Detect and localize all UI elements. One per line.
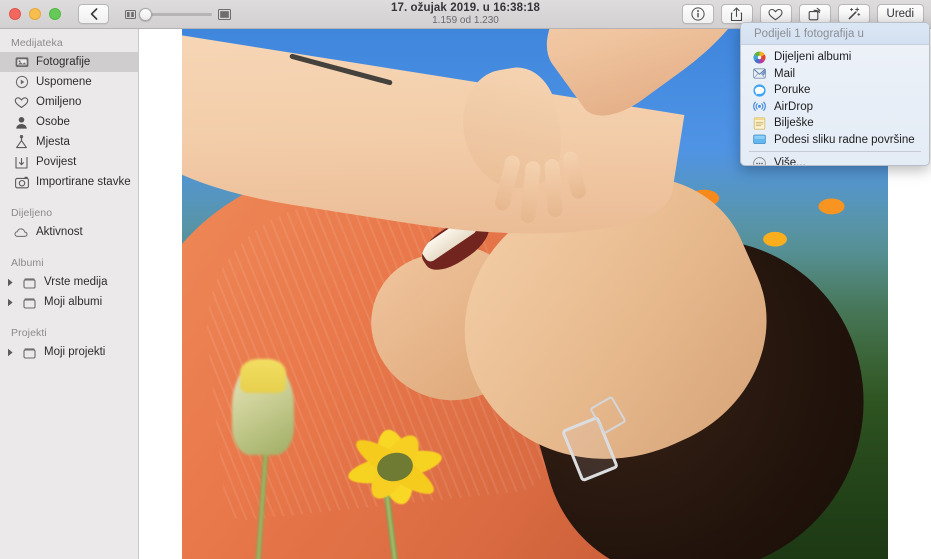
- edit-button[interactable]: Uredi: [877, 4, 924, 24]
- photos-app-window: 17. ožujak 2019. u 16:38:18 1.159 od 1.2…: [0, 0, 931, 559]
- ellipsis-circle-icon: [752, 156, 767, 166]
- sidebar-item-importirane-stavke[interactable]: Importirane stavke: [0, 172, 138, 192]
- sidebar-item-vrste-medija[interactable]: Vrste medija: [0, 272, 138, 292]
- sidebar-item-label: Omiljeno: [36, 96, 81, 108]
- sidebar-item-omiljeno[interactable]: Omiljeno: [0, 92, 138, 112]
- zoom-slider-knob[interactable]: [139, 8, 152, 21]
- zoom-slider-track[interactable]: [142, 13, 212, 16]
- shared-albums-icon: [752, 50, 767, 65]
- memories-icon: [14, 75, 29, 90]
- share-item-label: Poruke: [774, 84, 810, 96]
- disclosure-triangle-icon[interactable]: [7, 298, 16, 307]
- sidebar: Medijateka Fotografije Uspomene: [0, 29, 139, 559]
- sidebar-item-label: Vrste medija: [44, 276, 108, 288]
- magic-wand-icon: [846, 7, 861, 21]
- thumbnail-large-icon: [218, 9, 231, 20]
- sidebar-spacer: [0, 242, 138, 253]
- share-item-dijeljeni-albumi[interactable]: Dijeljeni albumi: [741, 49, 929, 66]
- back-button[interactable]: [78, 4, 109, 24]
- sidebar-item-label: Fotografije: [36, 56, 90, 68]
- share-square-icon: [730, 7, 743, 22]
- zoom-button[interactable]: [49, 8, 61, 20]
- thumbnail-small-icon: [125, 10, 136, 19]
- sidebar-item-label: Moji projekti: [44, 346, 105, 358]
- sidebar-item-label: Uspomene: [36, 76, 92, 88]
- sidebar-item-label: Povijest: [36, 156, 76, 168]
- disclosure-triangle-icon[interactable]: [7, 348, 16, 357]
- sidebar-item-uspomene[interactable]: Uspomene: [0, 72, 138, 92]
- folder-icon: [22, 275, 37, 290]
- rotate-button[interactable]: [799, 4, 831, 24]
- info-circle-icon: [691, 7, 705, 21]
- sidebar-item-mjesta[interactable]: Mjesta: [0, 132, 138, 152]
- share-menu-title: Podijeli 1 fotografija u: [741, 23, 929, 45]
- enhance-button[interactable]: [838, 4, 870, 24]
- sidebar-section-header-dijeljeno: Dijeljeno: [0, 203, 138, 222]
- share-item-label: Više...: [774, 157, 806, 166]
- favorite-button[interactable]: [760, 4, 792, 24]
- info-button[interactable]: [682, 4, 714, 24]
- sidebar-item-label: Aktivnost: [36, 226, 83, 238]
- chevron-left-icon: [90, 8, 98, 20]
- sidebar-item-povijest[interactable]: Povijest: [0, 152, 138, 172]
- photos-icon: [14, 55, 29, 70]
- close-button[interactable]: [9, 8, 21, 20]
- share-item-poruke[interactable]: Poruke: [741, 82, 929, 99]
- sidebar-item-osobe[interactable]: Osobe: [0, 112, 138, 132]
- disclosure-triangle-icon[interactable]: [7, 278, 16, 287]
- share-item-label: Mail: [774, 68, 795, 80]
- rotate-icon: [807, 7, 822, 21]
- sidebar-spacer: [0, 192, 138, 203]
- folder-icon: [22, 295, 37, 310]
- share-item-mail[interactable]: Mail: [741, 66, 929, 83]
- share-item-biljeske[interactable]: Bilješke: [741, 115, 929, 132]
- window-controls: [9, 8, 61, 20]
- share-item-label: Bilješke: [774, 117, 814, 129]
- sidebar-item-fotografije[interactable]: Fotografije: [0, 52, 138, 72]
- share-item-vise[interactable]: Više...: [741, 155, 929, 166]
- desktop-picture-icon: [752, 132, 767, 147]
- share-item-label: AirDrop: [774, 101, 813, 113]
- share-button[interactable]: [721, 4, 753, 24]
- share-item-airdrop[interactable]: AirDrop: [741, 99, 929, 116]
- zoom-slider-group[interactable]: [125, 9, 231, 20]
- sidebar-spacer: [0, 312, 138, 323]
- folder-icon: [22, 345, 37, 360]
- share-item-label: Dijeljeni albumi: [774, 51, 851, 63]
- share-menu-popover: Podijeli 1 fotografija u Dijeljeni: [740, 22, 930, 166]
- toolbar-actions: Uredi: [682, 4, 924, 24]
- share-menu-separator: [749, 151, 921, 152]
- sidebar-item-label: Moji albumi: [44, 296, 102, 308]
- heart-icon: [14, 95, 29, 110]
- sidebar-item-label: Mjesta: [36, 136, 70, 148]
- heart-icon: [768, 8, 783, 21]
- sidebar-section-header-medijateka: Medijateka: [0, 33, 138, 52]
- import-icon: [14, 155, 29, 170]
- mail-icon: [752, 66, 767, 81]
- share-menu-list: Dijeljeni albumi Mail: [741, 45, 929, 166]
- camera-icon: [14, 175, 29, 190]
- notes-icon: [752, 116, 767, 131]
- cloud-icon: [14, 225, 29, 240]
- share-item-label: Podesi sliku radne površine: [774, 134, 915, 146]
- sidebar-item-moji-projekti[interactable]: Moji projekti: [0, 342, 138, 362]
- sidebar-section-header-projekti: Projekti: [0, 323, 138, 342]
- pin-icon: [14, 135, 29, 150]
- airdrop-icon: [752, 99, 767, 114]
- person-icon: [14, 115, 29, 130]
- sidebar-section-header-albumi: Albumi: [0, 253, 138, 272]
- photo-flower-bud-tip: [240, 359, 286, 393]
- sidebar-item-label: Importirane stavke: [36, 176, 131, 188]
- share-item-podesi-sliku-radne-povrsine[interactable]: Podesi sliku radne površine: [741, 132, 929, 149]
- sidebar-item-moji-albumi[interactable]: Moji albumi: [0, 292, 138, 312]
- minimize-button[interactable]: [29, 8, 41, 20]
- messages-icon: [752, 83, 767, 98]
- sidebar-item-label: Osobe: [36, 116, 70, 128]
- sidebar-item-aktivnost[interactable]: Aktivnost: [0, 222, 138, 242]
